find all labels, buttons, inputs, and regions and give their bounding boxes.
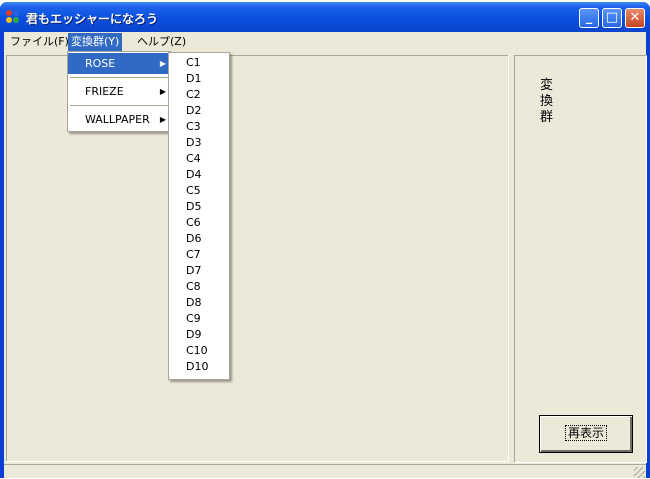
submenu-arrow-icon: ▶: [159, 59, 166, 68]
rose-submenu-item[interactable]: D5: [169, 199, 229, 215]
rose-submenu-item[interactable]: D8: [169, 295, 229, 311]
menu-item-rose[interactable]: ROSE ▶: [68, 53, 170, 74]
status-bar: [4, 464, 646, 479]
title-bar[interactable]: 君もエッシャーになろう _ □ ✕: [0, 2, 650, 32]
rose-submenu-item[interactable]: C2: [169, 87, 229, 103]
close-button[interactable]: ✕: [625, 8, 645, 28]
menu-item-frieze[interactable]: FRIEZE ▶: [68, 81, 170, 102]
app-icon: [6, 10, 20, 24]
rose-submenu-item[interactable]: C7: [169, 247, 229, 263]
menu-item-rose-label: ROSE: [85, 57, 116, 70]
rose-submenu-item[interactable]: D2: [169, 103, 229, 119]
redisplay-button[interactable]: 再表示: [539, 415, 633, 453]
rose-submenu-item[interactable]: D9: [169, 327, 229, 343]
menu-separator: [70, 77, 168, 78]
minimize-icon: _: [585, 10, 593, 25]
maximize-icon: □: [605, 10, 619, 25]
minimize-button[interactable]: _: [579, 8, 599, 28]
rose-submenu: C1 D1 C2 D2 C3 D3 C4 D4 C5 D5 C6 D6 C7 D7 C8 D8 C9 D9 C10 D…: [168, 52, 230, 380]
side-panel: 変換群 再表示: [514, 55, 647, 463]
maximize-button[interactable]: □: [602, 8, 622, 28]
rose-submenu-item[interactable]: C3: [169, 119, 229, 135]
submenu-arrow-icon: ▶: [159, 87, 166, 96]
menu-separator: [70, 105, 168, 106]
transform-group-label: 変換群: [540, 78, 554, 125]
rose-submenu-item[interactable]: C4: [169, 151, 229, 167]
rose-submenu-item[interactable]: D1: [169, 71, 229, 87]
menu-item-frieze-label: FRIEZE: [85, 85, 124, 98]
menu-item-wallpaper-label: WALLPAPER: [85, 113, 150, 126]
transform-group-menu: ROSE ▶ FRIEZE ▶ WALLPAPER ▶: [67, 51, 171, 132]
rose-submenu-item[interactable]: D3: [169, 135, 229, 151]
rose-submenu-item[interactable]: C1: [169, 55, 229, 71]
rose-submenu-item[interactable]: C10: [169, 343, 229, 359]
rose-submenu-item[interactable]: D10: [169, 359, 229, 375]
menu-transform-group[interactable]: 変換群(Y): [68, 33, 123, 51]
rose-submenu-item[interactable]: C9: [169, 311, 229, 327]
rose-submenu-item[interactable]: D4: [169, 167, 229, 183]
window-title: 君もエッシャーになろう: [26, 12, 159, 26]
rose-submenu-item[interactable]: C5: [169, 183, 229, 199]
rose-submenu-item[interactable]: D6: [169, 231, 229, 247]
menu-bar: ファイル(F) 変換群(Y) ヘルプ(Z): [4, 32, 646, 52]
resize-grip-icon[interactable]: [634, 467, 645, 478]
close-icon: ✕: [629, 10, 641, 25]
redisplay-button-label: 再表示: [564, 425, 608, 441]
menu-file[interactable]: ファイル(F): [7, 33, 72, 51]
rose-submenu-item[interactable]: C8: [169, 279, 229, 295]
rose-submenu-item[interactable]: C6: [169, 215, 229, 231]
menu-item-wallpaper[interactable]: WALLPAPER ▶: [68, 109, 170, 130]
rose-submenu-item[interactable]: D7: [169, 263, 229, 279]
menu-help[interactable]: ヘルプ(Z): [134, 33, 189, 51]
submenu-arrow-icon: ▶: [159, 115, 166, 124]
